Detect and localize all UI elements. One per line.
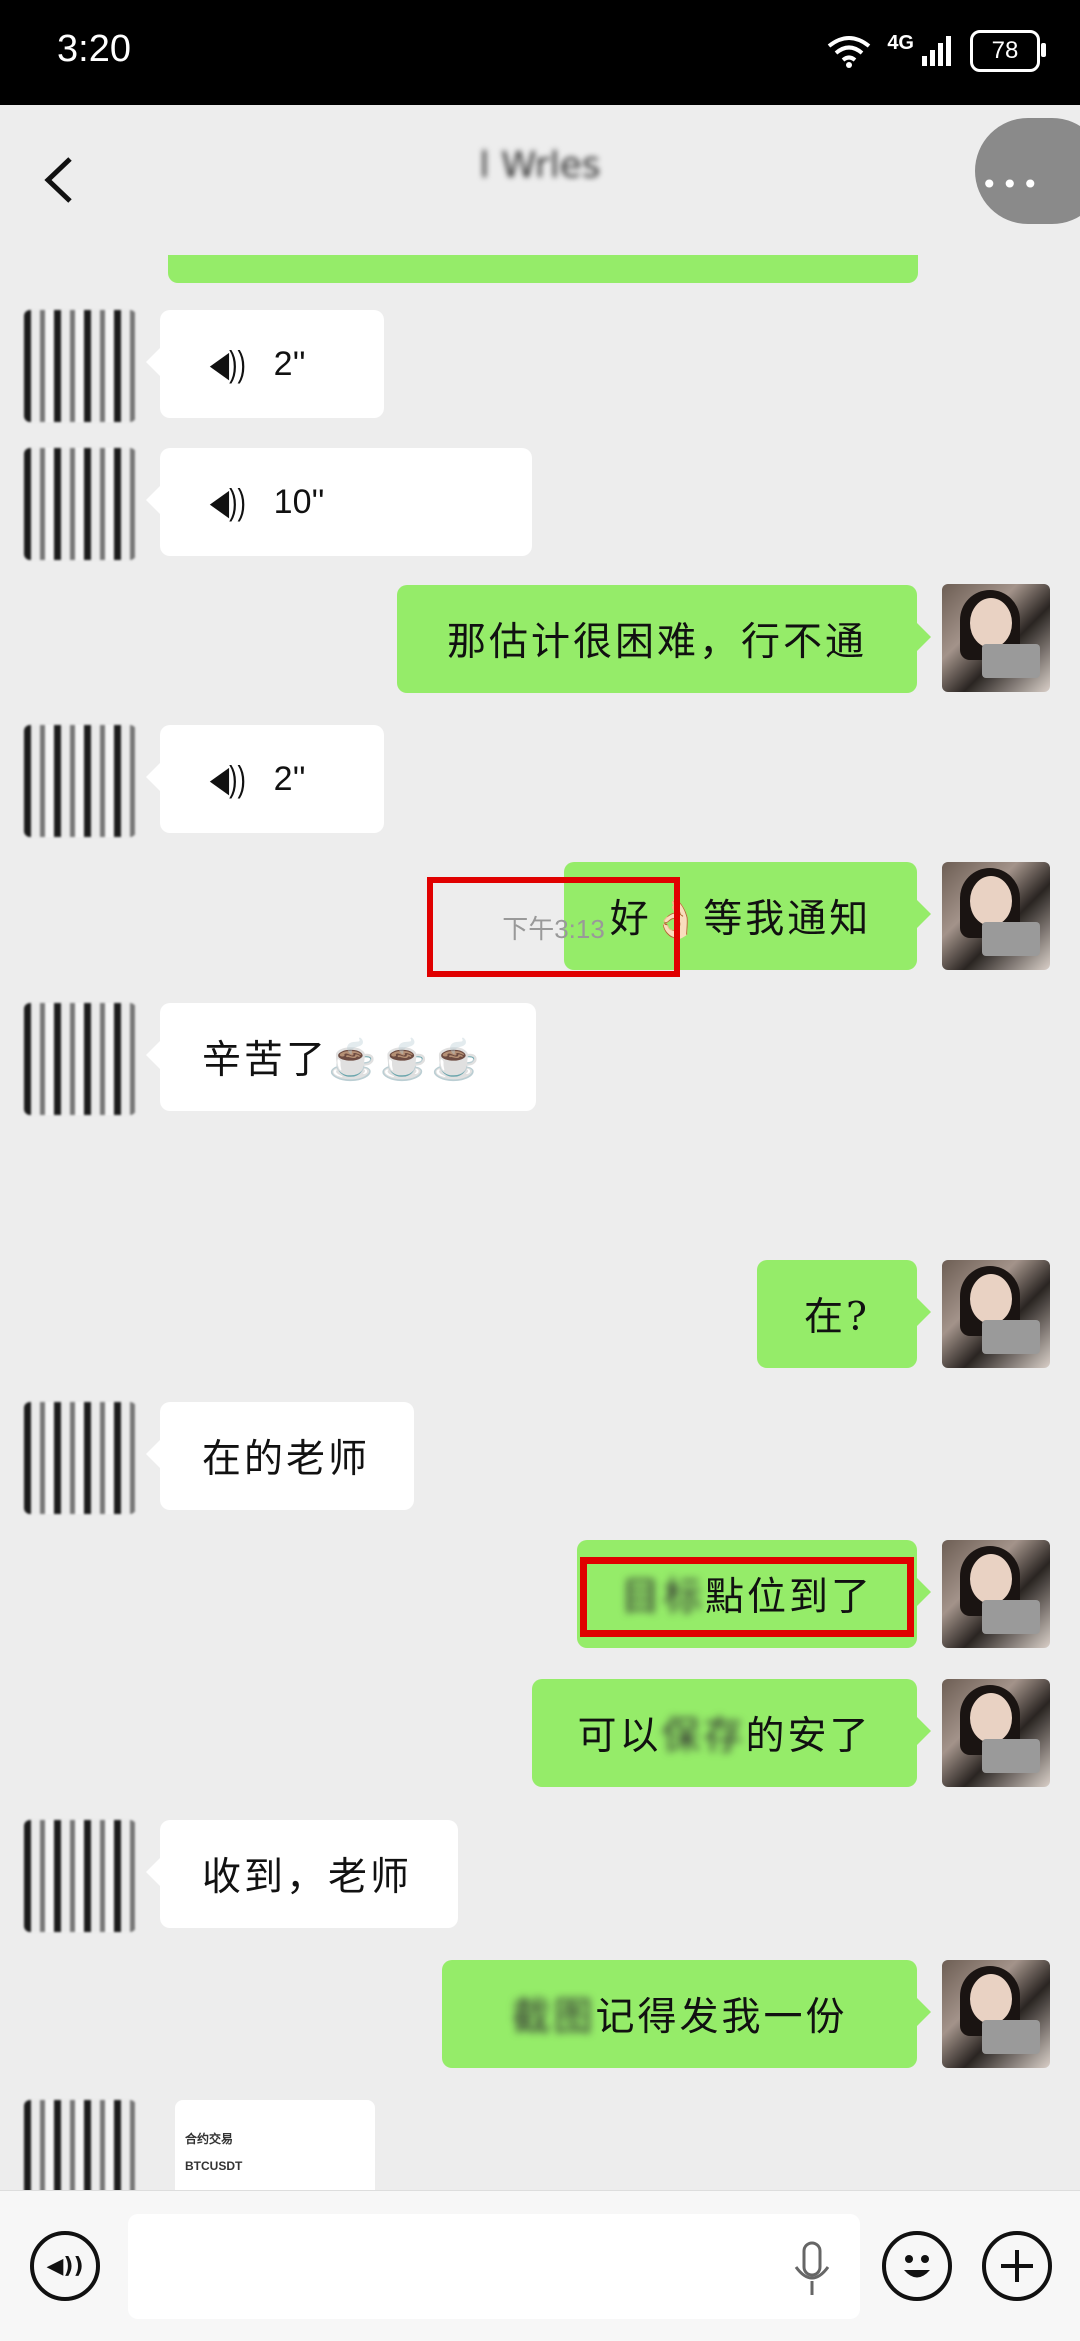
my-avatar[interactable] xyxy=(942,862,1050,970)
highlight-box xyxy=(580,1557,914,1637)
status-icons: 4G 78 xyxy=(827,30,1046,72)
voice-wave-icon: ◀)) xyxy=(209,481,246,522)
contact-avatar[interactable] xyxy=(24,1003,136,1115)
image-symbol: BTCUSDT xyxy=(185,2159,243,2173)
contact-avatar[interactable] xyxy=(24,725,136,837)
text-message[interactable]: 截图 记得发我一份 xyxy=(442,1960,931,2068)
contact-avatar[interactable] xyxy=(24,2100,136,2190)
text-message[interactable]: 辛苦了☕☕☕ xyxy=(146,1003,536,1111)
text-message[interactable]: 那估计很困难，行不通 xyxy=(397,585,931,693)
plus-icon[interactable] xyxy=(982,2231,1052,2301)
contact-avatar[interactable] xyxy=(24,1820,136,1932)
my-avatar[interactable] xyxy=(942,584,1050,692)
voice-message[interactable]: ◀)) 10'' xyxy=(146,448,532,556)
my-avatar[interactable] xyxy=(942,1679,1050,1787)
status-time: 3:20 xyxy=(57,28,131,70)
chat-title: l Wrles xyxy=(479,145,601,186)
contact-avatar[interactable] xyxy=(24,310,136,422)
contact-avatar[interactable] xyxy=(24,1402,136,1514)
voice-mode-icon[interactable]: ◀)) xyxy=(30,2231,100,2301)
text-message[interactable]: 可以 保存 的安了 xyxy=(532,1679,931,1787)
contact-avatar[interactable] xyxy=(24,448,136,560)
blurred-text: 截图 xyxy=(511,1995,596,2040)
image-title: 合约交易 xyxy=(185,2132,234,2146)
battery-indicator: 78 xyxy=(970,30,1046,72)
input-bar: ◀)) xyxy=(0,2190,1080,2341)
voice-message[interactable]: ◀)) 2'' xyxy=(146,725,384,833)
chat-header: l Wrles xyxy=(0,105,1080,255)
blurred-text: 保存 xyxy=(661,1714,746,1759)
wifi-icon xyxy=(828,36,871,68)
voice-wave-icon: ◀)) xyxy=(209,758,246,799)
image-message[interactable]: 合约交易 BTCUSDT xyxy=(175,2100,375,2190)
previous-message-bubble[interactable] xyxy=(168,255,918,283)
text-message[interactable]: 在的老师 xyxy=(146,1402,414,1510)
timestamp: 下午3:13 xyxy=(427,877,680,977)
text-message[interactable]: 在? xyxy=(757,1260,931,1368)
voice-wave-icon: ◀)) xyxy=(209,343,246,384)
message-list[interactable]: ◀)) 2'' ◀)) 10'' 那估计很困难，行不通 ◀)) 2'' 好👌🏻等我通知… xyxy=(0,255,1080,2190)
my-avatar[interactable] xyxy=(942,1260,1050,1368)
emoji-icon[interactable] xyxy=(882,2231,952,2301)
text-message[interactable]: 收到，老师 xyxy=(146,1820,458,1928)
microphone-icon[interactable] xyxy=(792,2239,832,2299)
more-dots-icon: ••• xyxy=(981,168,1043,201)
signal-icon xyxy=(922,36,951,66)
voice-message[interactable]: ◀)) 2'' xyxy=(146,310,384,418)
my-avatar[interactable] xyxy=(942,1960,1050,2068)
more-button[interactable]: ••• xyxy=(975,118,1080,224)
status-bar: 3:20 4G 78 xyxy=(0,0,1080,105)
network-type: 4G xyxy=(887,31,914,54)
message-input[interactable] xyxy=(128,2214,860,2319)
my-avatar[interactable] xyxy=(942,1540,1050,1648)
chevron-left-icon[interactable] xyxy=(40,155,80,205)
